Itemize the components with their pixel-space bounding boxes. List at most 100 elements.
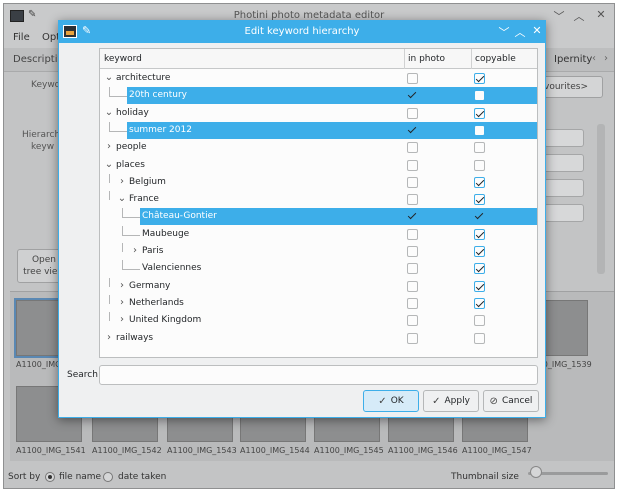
- apply-button[interactable]: ✓ Apply: [423, 390, 479, 412]
- chevron-down-icon[interactable]: ⌄: [117, 193, 127, 205]
- tree-branch-line: [109, 121, 110, 131]
- tree-branch-line: [122, 217, 140, 219]
- copyable-checkbox[interactable]: [474, 211, 485, 222]
- in-photo-checkbox[interactable]: [407, 280, 418, 292]
- copyable-checkbox[interactable]: [474, 124, 485, 136]
- tree-row[interactable]: Château-Gontier: [100, 208, 537, 226]
- chevron-right-icon[interactable]: ›: [117, 297, 127, 309]
- thumbnail-size-slider-handle[interactable]: [530, 466, 542, 478]
- copyable-checkbox[interactable]: [474, 90, 485, 102]
- scrollbar[interactable]: [597, 124, 605, 274]
- copyable-checkbox[interactable]: [474, 332, 485, 344]
- keyword-label: railways: [116, 332, 154, 343]
- chevron-down-icon[interactable]: ⌄: [104, 107, 114, 119]
- chevron-right-icon[interactable]: ›: [117, 280, 127, 292]
- tree-branch-line: [109, 191, 110, 201]
- chevron-down-icon[interactable]: ⌄: [104, 72, 114, 84]
- sort-by-label: Sort by: [8, 472, 41, 482]
- sort-file-name-radio[interactable]: [45, 472, 55, 482]
- favourites-select[interactable]: vourites>: [539, 76, 603, 98]
- tab-scroll-left-icon[interactable]: ‹: [592, 53, 596, 64]
- chevron-right-icon[interactable]: ›: [104, 332, 114, 344]
- cancel-button-label: Cancel: [501, 396, 533, 406]
- column-copyable[interactable]: copyable: [475, 54, 516, 64]
- in-photo-checkbox[interactable]: [407, 107, 418, 119]
- tree-row[interactable]: › United Kingdom: [100, 312, 537, 329]
- in-photo-checkbox[interactable]: [407, 228, 418, 240]
- cancel-button[interactable]: ⊘ Cancel: [483, 390, 539, 412]
- in-photo-checkbox[interactable]: [407, 159, 418, 171]
- copyable-checkbox[interactable]: [474, 194, 485, 206]
- tree-branch-line: [122, 225, 123, 235]
- tree-row[interactable]: › Belgium: [100, 173, 537, 191]
- tree-branch-line: [109, 87, 110, 97]
- minimize-icon[interactable]: ﹀: [497, 24, 511, 40]
- chevron-right-icon[interactable]: ›: [130, 245, 140, 257]
- close-icon[interactable]: ✕: [530, 24, 544, 37]
- tree-row[interactable]: › Netherlands: [100, 294, 537, 312]
- ok-button[interactable]: ✓ OK: [363, 390, 419, 412]
- in-photo-checkbox[interactable]: [407, 125, 418, 136]
- column-in-photo[interactable]: in photo: [408, 54, 445, 64]
- tree-row[interactable]: 20th century: [100, 87, 537, 105]
- search-input[interactable]: [99, 365, 538, 385]
- bg-field[interactable]: [544, 129, 584, 147]
- tree-row[interactable]: ⌄ holiday: [100, 105, 537, 122]
- bg-field[interactable]: [544, 179, 584, 197]
- tree-row[interactable]: Valenciennes: [100, 260, 537, 277]
- tree-row[interactable]: › people: [100, 139, 537, 156]
- copyable-checkbox[interactable]: [474, 228, 485, 240]
- in-photo-checkbox[interactable]: [407, 246, 418, 257]
- copyable-checkbox[interactable]: [474, 176, 485, 188]
- keyword-label: Belgium: [129, 176, 166, 187]
- maximize-icon[interactable]: ︿: [572, 8, 586, 24]
- tree-row[interactable]: › railways: [100, 330, 537, 347]
- chevron-right-icon[interactable]: ›: [117, 176, 127, 188]
- tree-row[interactable]: Maubeuge: [100, 225, 537, 243]
- tree-row[interactable]: › Paris: [100, 243, 537, 260]
- chevron-right-icon[interactable]: ›: [117, 314, 127, 326]
- copyable-checkbox[interactable]: [474, 73, 485, 84]
- tab-scroll-right-icon[interactable]: ›: [604, 53, 608, 64]
- in-photo-checkbox[interactable]: [407, 90, 418, 101]
- in-photo-checkbox[interactable]: [407, 211, 418, 222]
- copyable-checkbox[interactable]: [474, 246, 485, 257]
- keyword-label: Valenciennes: [142, 263, 202, 274]
- copyable-checkbox[interactable]: [474, 315, 485, 327]
- close-icon[interactable]: ✕: [594, 8, 608, 21]
- tree-branch-line: [122, 260, 123, 270]
- thumbnail-caption: A1100_IMG_1545: [314, 446, 384, 455]
- tree-row[interactable]: summer 2012: [100, 121, 537, 139]
- bg-field[interactable]: [544, 204, 584, 222]
- in-photo-checkbox[interactable]: [407, 315, 418, 327]
- in-photo-checkbox[interactable]: [407, 73, 418, 84]
- copyable-checkbox[interactable]: [474, 280, 485, 292]
- chevron-right-icon[interactable]: ›: [104, 141, 114, 153]
- minimize-icon[interactable]: ﹀: [552, 8, 566, 24]
- tab-ipernity[interactable]: Ipernity: [554, 54, 592, 65]
- keyword-label: United Kingdom: [129, 315, 202, 326]
- in-photo-checkbox[interactable]: [407, 194, 418, 206]
- tree-row[interactable]: ⌄ places: [100, 157, 537, 174]
- keyword-tree[interactable]: keyword in photo copyable ⌄ architecture 2…: [99, 48, 538, 358]
- copyable-checkbox[interactable]: [474, 263, 485, 275]
- chevron-down-icon[interactable]: ⌄: [104, 159, 114, 171]
- sort-date-taken-radio[interactable]: [103, 472, 113, 482]
- in-photo-checkbox[interactable]: [407, 176, 418, 188]
- tree-row[interactable]: ⌄ architecture: [100, 70, 537, 87]
- maximize-icon[interactable]: ︿: [513, 24, 527, 40]
- tree-row[interactable]: ⌄ France: [100, 191, 537, 208]
- in-photo-checkbox[interactable]: [407, 332, 418, 344]
- copyable-checkbox[interactable]: [474, 107, 485, 119]
- bg-field[interactable]: [544, 154, 584, 172]
- column-keyword[interactable]: keyword: [104, 54, 142, 64]
- copyable-checkbox[interactable]: [474, 159, 485, 171]
- tree-row[interactable]: › Germany: [100, 277, 537, 295]
- in-photo-checkbox[interactable]: [407, 142, 418, 154]
- menu-file[interactable]: File: [13, 32, 30, 43]
- copyable-checkbox[interactable]: [474, 142, 485, 154]
- in-photo-checkbox[interactable]: [407, 297, 418, 309]
- copyable-checkbox[interactable]: [474, 297, 485, 309]
- in-photo-checkbox[interactable]: [407, 263, 418, 275]
- keyword-label: holiday: [116, 107, 149, 118]
